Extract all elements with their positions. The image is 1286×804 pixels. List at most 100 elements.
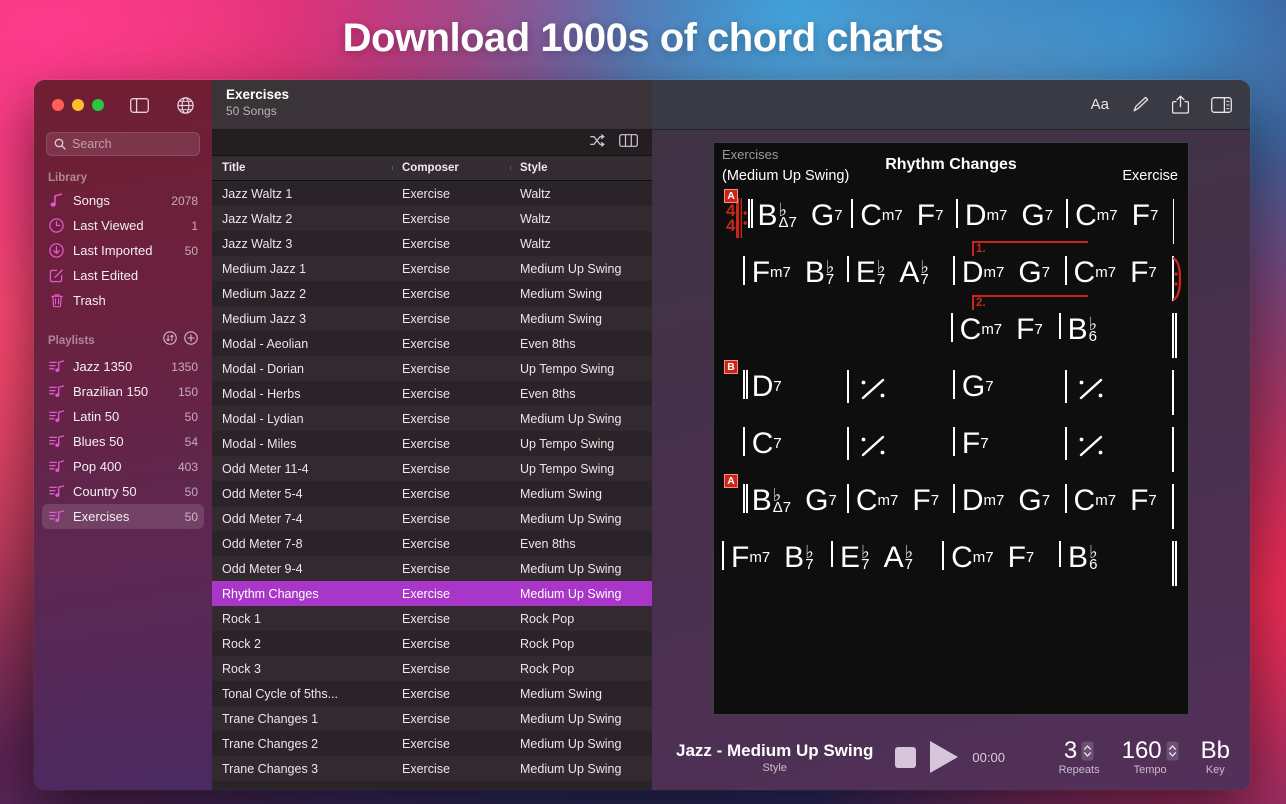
barline-end — [1172, 427, 1174, 472]
column-view-icon[interactable] — [619, 133, 638, 152]
sidebar-item-latin-50[interactable]: Latin 50 50 — [42, 404, 204, 429]
table-row[interactable]: Jazz Waltz 3 Exercise Waltz — [212, 231, 652, 256]
window-body: Search Library Songs 2078 Last Viewed 1 — [34, 80, 1250, 790]
globe-icon[interactable] — [177, 96, 194, 114]
cell-title: Rock 1 — [222, 611, 261, 626]
cell-style: Even 8ths — [520, 386, 576, 401]
column-header-style[interactable]: Style — [510, 162, 652, 174]
measure: Dm7 G 7 — [955, 193, 1066, 234]
column-header-composer[interactable]: Composer — [392, 162, 510, 174]
text-format-icon[interactable]: Aa — [1091, 96, 1109, 113]
repeats-stepper[interactable] — [1081, 741, 1094, 761]
sidebar-item-last-imported[interactable]: Last Imported 50 — [42, 238, 204, 263]
search-input[interactable]: Search — [46, 132, 200, 156]
table-row[interactable]: Rock 3 Exercise Rock Pop — [212, 656, 652, 681]
cell-composer: Exercise — [402, 461, 450, 476]
sidebar-item-pop-400[interactable]: Pop 400 403 — [42, 454, 204, 479]
table-row[interactable]: Odd Meter 7-4 Exercise Medium Up Swing — [212, 506, 652, 531]
measure — [1064, 421, 1173, 466]
repeat-start-sign — [736, 196, 748, 247]
stop-button[interactable] — [895, 746, 917, 768]
inspector-toggle-icon[interactable] — [1211, 96, 1232, 113]
barline — [950, 313, 953, 342]
cell-title: Jazz Waltz 3 — [222, 236, 293, 251]
sidebar-item-songs[interactable]: Songs 2078 — [42, 188, 204, 213]
chord-symbol: Dm7 — [964, 199, 1008, 232]
tempo-stepper[interactable] — [1166, 741, 1179, 761]
player-style[interactable]: Jazz - Medium Up Swing Style — [676, 741, 873, 774]
table-row[interactable]: Odd Meter 11-4 Exercise Up Tempo Swing — [212, 456, 652, 481]
table-body: Jazz Waltz 1 Exercise Waltz Jazz Waltz 2 Exe… — [212, 181, 652, 790]
sidebar-item-label: Pop 400 — [73, 459, 122, 474]
sidebar-item-jazz-1350[interactable]: Jazz 1350 1350 — [42, 354, 204, 379]
cell-composer: Exercise — [402, 586, 450, 601]
transport-controls: 00:00 — [895, 741, 1005, 773]
sidebar-item-count: 50 — [184, 484, 198, 499]
cell-style: Medium Up Swing — [520, 761, 622, 776]
chart-pane: Aa Exercises Rhythm Changes (Medium Up S… — [652, 80, 1250, 790]
table-row[interactable]: Modal - Lydian Exercise Medium Up Swing — [212, 406, 652, 431]
sidebar-item-country-50[interactable]: Country 50 50 — [42, 479, 204, 504]
cell-style: Waltz — [520, 186, 551, 201]
chart-line: C7 F7 — [722, 421, 1180, 478]
chord-symbol: D7 — [751, 370, 782, 403]
table-row[interactable]: Rhythm Changes Exercise Medium Up Swing — [212, 581, 652, 606]
table-row[interactable]: Trane Changes 2 Exercise Medium Up Swing — [212, 731, 652, 756]
sidebar-toggle-icon[interactable] — [130, 97, 149, 113]
sidebar-item-exercises[interactable]: Exercises 50 — [42, 504, 204, 529]
playlist-icon — [48, 459, 65, 474]
key-caption: Key — [1205, 764, 1225, 776]
tempo-meter[interactable]: 160 Tempo — [1122, 738, 1179, 776]
repeats-meter[interactable]: 3 Repeats — [1059, 738, 1100, 777]
barline — [846, 427, 849, 460]
table-row[interactable]: Modal - Dorian Exercise Up Tempo Swing — [212, 356, 652, 381]
sidebar-item-last-viewed[interactable]: Last Viewed 1 — [42, 213, 204, 238]
sidebar-item-last-edited[interactable]: Last Edited — [42, 263, 204, 288]
table-row[interactable]: Rock 2 Exercise Rock Pop — [212, 631, 652, 656]
search-icon — [54, 138, 66, 150]
player-style-name: Jazz - Medium Up Swing — [676, 740, 874, 760]
minimize-button[interactable] — [72, 99, 84, 111]
sidebar-item-label: Trash — [73, 293, 106, 308]
chord-symbol: G7 — [1018, 484, 1051, 517]
key-meter[interactable]: Bb Key — [1201, 738, 1230, 777]
table-row[interactable]: Tonal Cycle of 5ths... Exercise Medium Swi… — [212, 681, 652, 706]
close-button[interactable] — [52, 99, 64, 111]
share-icon[interactable] — [1172, 95, 1189, 114]
chord-symbol: Dm7 — [961, 256, 1005, 289]
table-row[interactable]: Medium Jazz 2 Exercise Medium Swing — [212, 281, 652, 306]
cell-composer: Exercise — [402, 761, 450, 776]
column-header-title[interactable]: Title — [212, 162, 392, 174]
second-ending: 2. — [972, 295, 1088, 310]
sidebar-item-trash[interactable]: Trash — [42, 288, 204, 313]
sidebar-item-brazilian-150[interactable]: Brazilian 150 150 — [42, 379, 204, 404]
add-icon[interactable] — [184, 331, 198, 350]
table-row[interactable]: Rock 1 Exercise Rock Pop — [212, 606, 652, 631]
table-row[interactable]: Jazz Waltz 1 Exercise Waltz — [212, 181, 652, 206]
table-row[interactable]: Odd Meter 9-4 Exercise Medium Up Swing — [212, 556, 652, 581]
table-row[interactable]: Modal - Aeolian Exercise Even 8ths — [212, 331, 652, 356]
sidebar-item-label: Blues 50 — [73, 434, 124, 449]
cell-style: Medium Up Swing — [520, 511, 622, 526]
chord-chart[interactable]: Exercises Rhythm Changes (Medium Up Swin… — [713, 142, 1189, 715]
play-button[interactable] — [930, 741, 959, 773]
sidebar-item-blues-50[interactable]: Blues 50 54 — [42, 429, 204, 454]
table-row[interactable]: Modal - Miles Exercise Up Tempo Swing — [212, 431, 652, 456]
sort-icon[interactable] — [163, 331, 177, 350]
table-row[interactable]: Odd Meter 5-4 Exercise Medium Swing — [212, 481, 652, 506]
zoom-button[interactable] — [92, 99, 104, 111]
table-row[interactable]: Trane Changes 3 Exercise Medium Up Swing — [212, 756, 652, 781]
chord-symbol: Cm7 — [1073, 484, 1117, 517]
table-row[interactable]: Jazz Waltz 2 Exercise Waltz — [212, 206, 652, 231]
shuffle-icon[interactable] — [590, 133, 605, 152]
table-row[interactable]: Medium Jazz 3 Exercise Medium Swing — [212, 306, 652, 331]
chord-symbol: Cm7 — [1073, 256, 1117, 289]
sidebar-item-count: 1350 — [171, 359, 198, 374]
table-row[interactable]: Medium Jazz 1 Exercise Medium Up Swing — [212, 256, 652, 281]
table-row[interactable]: Odd Meter 7-8 Exercise Even 8ths — [212, 531, 652, 556]
playlist-icon — [48, 509, 65, 524]
cell-title: Odd Meter 7-8 — [222, 536, 303, 551]
table-row[interactable]: Trane Changes 1 Exercise Medium Up Swing — [212, 706, 652, 731]
pencil-icon[interactable] — [1131, 95, 1150, 114]
table-row[interactable]: Modal - Herbs Exercise Even 8ths — [212, 381, 652, 406]
